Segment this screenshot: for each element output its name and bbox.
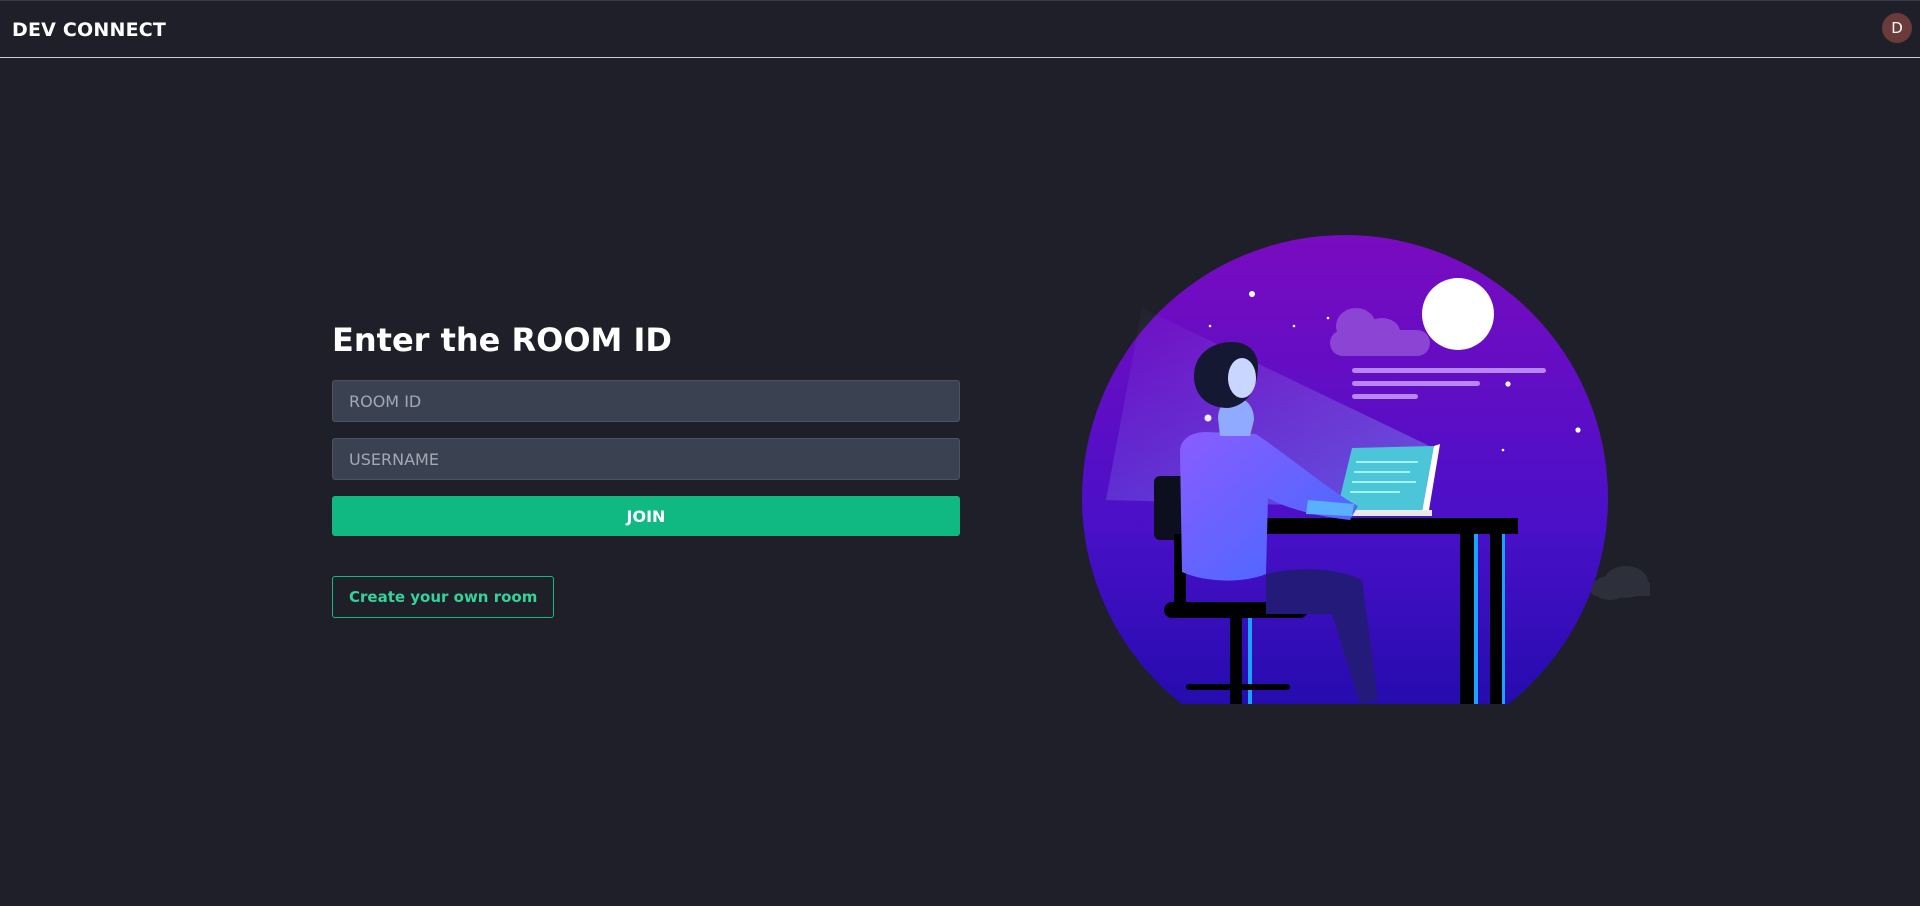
night-coding-scene-image xyxy=(1082,235,1654,704)
user-avatar[interactable]: D xyxy=(1882,13,1912,43)
page-title: Enter the ROOM ID xyxy=(332,321,672,359)
brand-logo-text[interactable]: DEV CONNECT xyxy=(12,19,166,41)
room-id-input[interactable] xyxy=(332,380,960,422)
join-button[interactable]: JOIN xyxy=(332,496,960,536)
developer-illustration xyxy=(1070,230,1654,710)
moon-icon xyxy=(1422,278,1494,350)
top-navbar: DEV CONNECT D xyxy=(0,0,1920,58)
create-room-button[interactable]: Create your own room xyxy=(332,576,555,618)
cloud-icon xyxy=(1590,566,1654,600)
join-room-form: Enter the ROOM ID JOIN Create your own r… xyxy=(332,318,960,618)
username-input[interactable] xyxy=(332,438,960,480)
